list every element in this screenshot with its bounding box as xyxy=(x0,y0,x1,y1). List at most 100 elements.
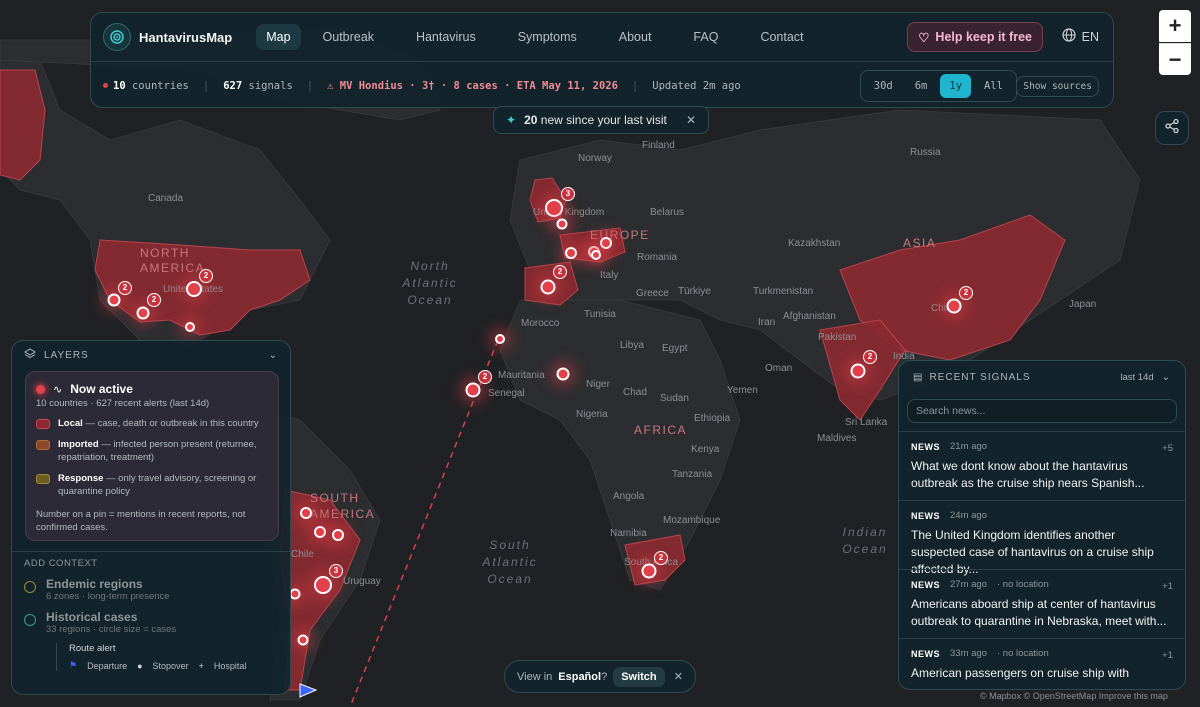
geo-label: Romania xyxy=(637,252,678,263)
outbreak-pin[interactable] xyxy=(565,247,577,259)
outbreak-pin[interactable] xyxy=(314,526,326,538)
nav-row: HantavirusMap Map Outbreak Hantavirus Sy… xyxy=(91,13,1113,62)
banner-suffix: ? xyxy=(601,670,608,683)
historical-circle-icon xyxy=(24,614,36,626)
ship-alert[interactable]: MV Hondius · 3† · 8 cases · ETA May 11, … xyxy=(340,80,618,92)
outbreak-pin[interactable] xyxy=(946,298,962,314)
geo-label: Yemen xyxy=(727,385,758,396)
toast-text: new since your last visit xyxy=(540,113,667,127)
pin-count: 2 xyxy=(118,281,132,295)
chevron-down-icon[interactable]: ⌄ xyxy=(269,350,278,361)
geo-label: Tanzania xyxy=(672,469,713,480)
pin-count: 2 xyxy=(478,370,492,384)
news-icon: ▤ xyxy=(913,371,924,383)
outbreak-pin[interactable] xyxy=(545,199,563,217)
endemic-regions-toggle[interactable]: Endemic regions 6 zones · long-term pres… xyxy=(12,577,290,602)
geo-label: Russia xyxy=(910,147,941,158)
news-item[interactable]: NEWS 33m ago · no location +1 American pas… xyxy=(899,638,1185,689)
outbreak-pin[interactable] xyxy=(850,363,866,379)
close-icon[interactable]: ✕ xyxy=(674,670,683,683)
range-all[interactable]: All xyxy=(975,74,1012,98)
zoom-out-button[interactable]: − xyxy=(1159,43,1191,75)
outbreak-pin[interactable] xyxy=(556,367,570,381)
geo-label: Mauritania xyxy=(498,370,545,381)
close-icon[interactable]: ✕ xyxy=(686,113,696,127)
help-button[interactable]: ♡ Help keep it free xyxy=(907,22,1043,52)
outbreak-pin[interactable] xyxy=(556,218,568,230)
now-active-title: Now active xyxy=(70,382,133,396)
search-input[interactable]: Search news... xyxy=(907,399,1177,423)
outbreak-pin[interactable] xyxy=(289,588,301,600)
outbreak-pin[interactable] xyxy=(185,322,195,332)
chevron-down-icon[interactable]: ⌄ xyxy=(1162,372,1171,383)
logo-icon[interactable] xyxy=(103,23,131,51)
range-30d[interactable]: 30d xyxy=(865,74,902,98)
outbreak-pin[interactable] xyxy=(465,382,481,398)
status-row: 10 countries | 627 signals | ⚠ MV Hondiu… xyxy=(91,62,1113,109)
geo-label: Japan xyxy=(1069,299,1097,310)
share-icon xyxy=(1164,118,1180,139)
geo-label: Kazakhstan xyxy=(788,238,841,249)
news-time: 33m ago xyxy=(950,648,987,659)
pin-count: 2 xyxy=(553,265,567,279)
new-count: 20 xyxy=(524,113,538,127)
outbreak-pin[interactable] xyxy=(136,306,150,320)
signals-range[interactable]: last 14d xyxy=(1120,372,1153,383)
signals-count: 627 xyxy=(223,79,243,92)
geo-label: Ethiopia xyxy=(694,413,731,424)
geo-label: Türkiye xyxy=(678,286,711,297)
outbreak-pin[interactable] xyxy=(314,576,332,594)
pin-count: 2 xyxy=(959,286,973,300)
map-attribution[interactable]: © Mapbox © OpenStreetMap Improve this ma… xyxy=(980,691,1168,701)
geo-label: Morocco xyxy=(521,318,560,329)
nav-symptoms[interactable]: Symptoms xyxy=(508,24,587,50)
outbreak-pin[interactable] xyxy=(300,507,312,519)
historical-cases-toggle[interactable]: Historical cases 33 regions · circle siz… xyxy=(12,610,290,635)
active-dot-icon xyxy=(36,384,45,394)
outbreak-pin[interactable] xyxy=(591,250,601,260)
geo-label: Maldives xyxy=(817,433,857,444)
nav-faq[interactable]: FAQ xyxy=(683,24,728,50)
news-item[interactable]: NEWS 21m ago +5 What we dont know about t… xyxy=(899,431,1185,500)
nav-hantavirus[interactable]: Hantavirus xyxy=(406,24,486,50)
outbreak-pin[interactable] xyxy=(107,293,121,307)
signals-label: signals xyxy=(248,79,293,92)
geo-label: Mozambique xyxy=(663,515,721,526)
layers-icon xyxy=(24,347,36,363)
departure-flag xyxy=(299,683,318,698)
zoom-in-button[interactable]: + xyxy=(1159,10,1191,42)
news-location: · no location xyxy=(996,648,1049,659)
outbreak-pin[interactable] xyxy=(186,281,202,297)
nav-outbreak[interactable]: Outbreak xyxy=(313,24,384,50)
brand-name[interactable]: HantavirusMap xyxy=(139,30,232,45)
outbreak-pin[interactable] xyxy=(332,529,344,541)
share-button[interactable] xyxy=(1155,111,1189,145)
news-item[interactable]: NEWS 27m ago · no location +1 Americans ab… xyxy=(899,569,1185,638)
geo-label: Chad xyxy=(623,387,647,398)
historical-sub: 33 regions · circle size = cases xyxy=(46,624,177,635)
range-6m[interactable]: 6m xyxy=(906,74,937,98)
nav-contact[interactable]: Contact xyxy=(750,24,813,50)
news-title: What we dont know about the hantavirus o… xyxy=(911,459,1145,490)
nav-map[interactable]: Map xyxy=(256,24,301,50)
nav-about[interactable]: About xyxy=(609,24,662,50)
outbreak-pin[interactable] xyxy=(641,563,657,579)
news-time: 24m ago xyxy=(950,510,987,521)
range-1y[interactable]: 1y xyxy=(940,74,972,98)
language-selector[interactable]: EN xyxy=(1062,28,1099,45)
news-item[interactable]: NEWS 24m ago The United Kingdom identifie… xyxy=(899,500,1185,576)
new-signals-toast[interactable]: ✦ 20 new since your last visit ✕ xyxy=(493,106,709,134)
layers-header[interactable]: LAYERS ⌄ xyxy=(12,341,290,369)
layers-panel: LAYERS ⌄ ∿ Now active 10 countries · 627… xyxy=(11,340,291,695)
language-label: EN xyxy=(1081,29,1099,44)
live-dot-icon xyxy=(103,83,108,88)
outbreak-pin[interactable] xyxy=(495,334,505,344)
switch-language-button[interactable]: Switch xyxy=(613,666,665,687)
now-active-box[interactable]: ∿ Now active 10 countries · 627 recent a… xyxy=(25,371,279,541)
geo-label: Tunisia xyxy=(584,309,616,320)
outbreak-pin[interactable] xyxy=(297,634,309,646)
outbreak-pin[interactable] xyxy=(600,237,612,249)
outbreak-pin[interactable] xyxy=(540,279,556,295)
help-label: Help keep it free xyxy=(935,30,1032,44)
show-sources-button[interactable]: Show sources xyxy=(1016,76,1099,97)
